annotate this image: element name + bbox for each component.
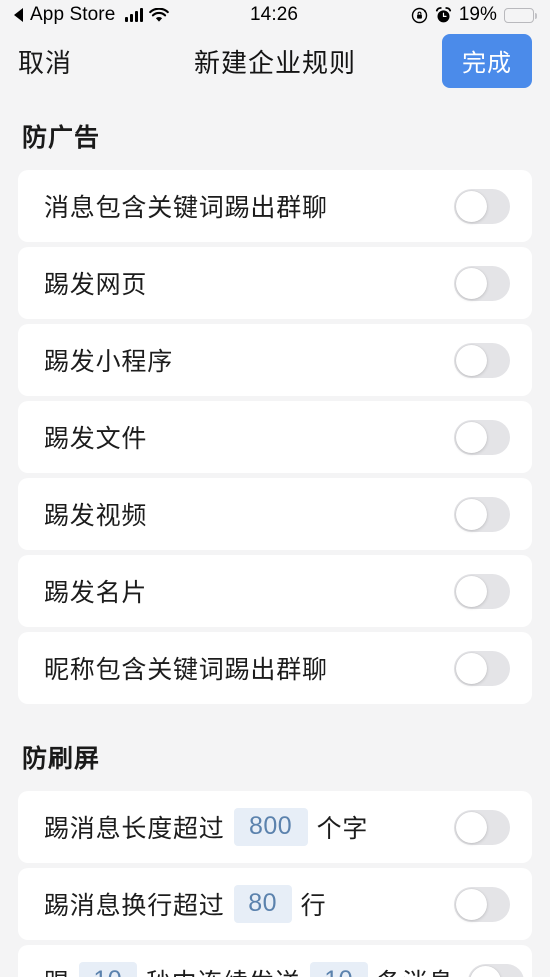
numeric-value-input[interactable] xyxy=(309,962,368,977)
row-text-segment: 个字 xyxy=(316,815,369,843)
row-text-segment: 踢发文件 xyxy=(44,425,148,453)
row-text-segment: 踢发小程序 xyxy=(44,348,174,376)
row-text-segment: 条消息 xyxy=(377,963,454,977)
toggle-knob xyxy=(456,344,487,376)
status-bar-right: 19% xyxy=(298,4,538,26)
toggle-knob xyxy=(456,267,487,299)
row-text-segment: 踢发视频 xyxy=(44,502,148,530)
row-text-segment: 秒内连续发送 xyxy=(146,963,301,977)
settings-row-label: 踢 秒内连续发送 条消息 xyxy=(44,962,454,977)
rotation-lock-icon xyxy=(411,7,428,24)
settings-row[interactable]: 踢消息长度超过 个字 xyxy=(18,791,532,863)
toggle-switch[interactable] xyxy=(454,496,510,532)
section-header: 防刷屏 xyxy=(22,745,101,773)
toggle-switch[interactable] xyxy=(454,419,510,455)
back-app-label[interactable]: App Store xyxy=(30,4,115,26)
toggle-switch[interactable] xyxy=(454,886,510,922)
toggle-switch[interactable] xyxy=(454,809,510,845)
row-text-segment: 昵称包含关键词踢出群聊 xyxy=(44,656,328,684)
toggle-knob xyxy=(470,965,502,977)
row-text-segment: 踢消息换行超过 xyxy=(44,892,225,920)
toggle-switch[interactable] xyxy=(454,342,510,378)
row-text-segment: 行 xyxy=(300,892,327,920)
back-triangle-icon[interactable] xyxy=(14,8,23,22)
cellular-signal-icon xyxy=(125,8,144,22)
settings-row-label: 踢发文件 xyxy=(44,419,440,455)
settings-row[interactable]: 踢发文件 xyxy=(18,401,532,473)
status-bar-left: App Store xyxy=(14,4,250,26)
numeric-value-input[interactable] xyxy=(233,808,308,846)
settings-row-label: 踢发小程序 xyxy=(44,342,440,378)
toggle-switch[interactable] xyxy=(454,650,510,686)
settings-row-label: 消息包含关键词踢出群聊 xyxy=(44,188,440,224)
status-bar: App Store 14:26 19% xyxy=(0,0,550,30)
cancel-button[interactable]: 取消 xyxy=(18,43,72,80)
settings-row-label: 踢发网页 xyxy=(44,265,440,301)
toggle-knob xyxy=(456,421,487,453)
status-bar-center: 14:26 xyxy=(250,4,298,26)
settings-row-label: 踢发名片 xyxy=(44,573,440,609)
navigation-bar: 取消 新建企业规则 完成 xyxy=(0,30,550,92)
row-text-segment: 踢消息长度超过 xyxy=(44,815,225,843)
settings-row-label: 踢消息换行超过 行 xyxy=(44,885,440,923)
row-text-segment: 踢发名片 xyxy=(44,579,148,607)
toggle-switch[interactable] xyxy=(454,573,510,609)
section-card-group: 踢消息长度超过 个字踢消息换行超过 行踢 秒内连续发送 条消息 xyxy=(0,791,550,977)
row-text-segment: 踢 xyxy=(44,963,70,977)
settings-row[interactable]: 踢发视频 xyxy=(18,478,532,550)
alarm-clock-icon xyxy=(435,6,452,24)
settings-content: 防广告消息包含关键词踢出群聊 踢发网页踢发小程序踢发文件踢发视频踢发名片昵称包含关… xyxy=(0,92,550,977)
row-text-segment: 踢发网页 xyxy=(44,271,148,299)
settings-row[interactable]: 踢发小程序 xyxy=(18,324,532,396)
toggle-knob xyxy=(456,811,487,843)
numeric-value-input[interactable] xyxy=(233,885,292,923)
phone-screen: App Store 14:26 19% 取消 新建企业规则 完成 防广告 消息包… xyxy=(0,0,550,977)
toggle-knob xyxy=(456,190,487,222)
toggle-knob xyxy=(456,888,487,920)
settings-row-label: 踢发视频 xyxy=(44,496,440,532)
settings-row[interactable]: 昵称包含关键词踢出群聊 xyxy=(18,632,532,704)
toggle-switch[interactable] xyxy=(468,963,525,977)
settings-row[interactable]: 踢发网页 xyxy=(18,247,532,319)
settings-row[interactable]: 踢 秒内连续发送 条消息 xyxy=(18,945,532,977)
toggle-switch[interactable] xyxy=(454,265,510,301)
numeric-value-input[interactable] xyxy=(78,962,137,977)
section-header: 防广告 xyxy=(22,124,101,152)
section-card-group: 消息包含关键词踢出群聊 踢发网页踢发小程序踢发文件踢发视频踢发名片昵称包含关键词踢… xyxy=(0,170,550,704)
toggle-switch[interactable] xyxy=(454,188,510,224)
settings-row[interactable]: 消息包含关键词踢出群聊 xyxy=(18,170,532,242)
toggle-knob xyxy=(456,652,487,684)
settings-row-label: 踢消息长度超过 个字 xyxy=(44,808,440,846)
status-bar-clock: 14:26 xyxy=(249,4,299,25)
battery-percent-label: 19% xyxy=(458,4,498,25)
settings-row[interactable]: 踢消息换行超过 行 xyxy=(18,868,532,940)
done-button[interactable]: 完成 xyxy=(442,34,532,88)
wifi-icon xyxy=(149,7,170,23)
settings-row[interactable]: 踢发名片 xyxy=(18,555,532,627)
battery-icon xyxy=(504,7,538,23)
settings-row-label: 昵称包含关键词踢出群聊 xyxy=(44,650,440,686)
toggle-knob xyxy=(456,575,487,607)
toggle-knob xyxy=(456,498,487,530)
row-text-segment: 消息包含关键词踢出群聊 xyxy=(44,194,328,222)
